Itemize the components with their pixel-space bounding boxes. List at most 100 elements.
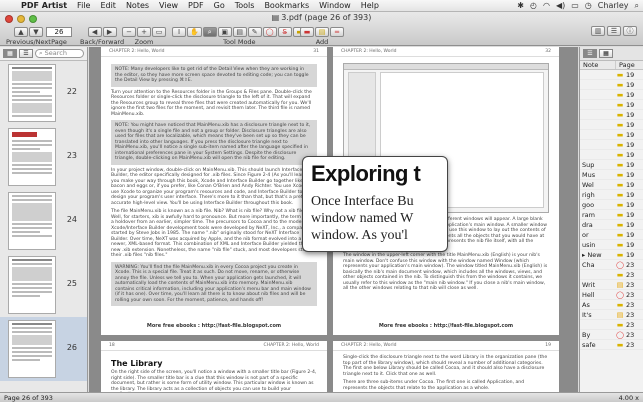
- menu-tools[interactable]: Tools: [230, 1, 260, 10]
- bluetooth-icon[interactable]: ✱: [517, 1, 524, 10]
- annotation-row[interactable]: Wel ▬ 19: [580, 180, 643, 190]
- annotation-row[interactable]: dra ▬ 19: [580, 220, 643, 230]
- annotation-row[interactable]: ▬ 19: [580, 100, 643, 110]
- menu-view[interactable]: View: [154, 1, 183, 10]
- page-thumbnail[interactable]: [9, 65, 55, 121]
- thumbnail-row[interactable]: 24: [0, 189, 87, 253]
- annotation-row[interactable]: ▬ 19: [580, 120, 643, 130]
- list-view-icon[interactable]: ☰: [583, 49, 597, 58]
- outline-view-icon[interactable]: ☰: [19, 49, 33, 58]
- annotation-row[interactable]: It's ▤ 23: [580, 310, 643, 320]
- magnify-tool-icon[interactable]: ⌕: [202, 26, 217, 37]
- volume-icon[interactable]: ◀): [556, 1, 565, 10]
- pdf-page[interactable]: CHAPTER 2: Hello, World 19 Single-click …: [333, 341, 559, 392]
- page-thumbnail[interactable]: [9, 193, 55, 249]
- pdf-page[interactable]: 18 CHAPTER 2: Hello, World The Library O…: [101, 341, 327, 392]
- annotation-row[interactable]: ▬ 23: [580, 270, 643, 280]
- annotation-row[interactable]: righ ▬ 19: [580, 190, 643, 200]
- sidebar-search-input[interactable]: ⌕ Search: [35, 49, 84, 58]
- menu-window[interactable]: Window: [314, 1, 356, 10]
- page-header-right: 32: [545, 49, 551, 54]
- magnifier-loupe[interactable]: Exploring t Once Interface Bu window nam…: [302, 156, 448, 252]
- annotation-note: ram: [582, 210, 595, 219]
- menu-go[interactable]: Go: [209, 1, 230, 10]
- menu-pdf[interactable]: PDF: [183, 1, 209, 10]
- annotation-row[interactable]: ▬ 19: [580, 140, 643, 150]
- column-note[interactable]: Note: [580, 61, 616, 69]
- column-page[interactable]: Page: [616, 61, 635, 69]
- shape-tool-icon[interactable]: ◯: [262, 26, 277, 37]
- thumbnail-row-selected[interactable]: 26: [0, 317, 87, 381]
- annotation-row[interactable]: Cha ◯ 23: [580, 260, 643, 270]
- user-name[interactable]: Charley: [598, 1, 629, 10]
- clock-icon[interactable]: ◷: [585, 1, 592, 10]
- annotation-note: Writ: [582, 280, 596, 289]
- battery-icon[interactable]: ▭: [571, 1, 579, 10]
- page-thumbnail[interactable]: [9, 257, 55, 313]
- menu-app-name[interactable]: PDF Artist: [16, 1, 72, 10]
- zoom-in-button[interactable]: +: [137, 26, 151, 37]
- annotations-toggle-icon[interactable]: ☰: [607, 26, 621, 36]
- thumbnail-row[interactable]: 23: [0, 125, 87, 189]
- annotation-row[interactable]: By ◯ 23: [580, 330, 643, 340]
- note-icon: ▤: [616, 310, 624, 319]
- menu-bookmarks[interactable]: Bookmarks: [259, 1, 314, 10]
- page-thumbnail[interactable]: [9, 129, 55, 185]
- back-button[interactable]: ◀: [87, 26, 102, 37]
- note-tool-icon[interactable]: ▤: [232, 26, 247, 37]
- zoom-fit-button[interactable]: ▭: [152, 26, 166, 37]
- annotation-row[interactable]: Writ ▤ 23: [580, 280, 643, 290]
- spotlight-icon[interactable]: ⌕: [635, 1, 639, 11]
- hand-tool-icon[interactable]: ✋: [187, 26, 202, 37]
- annotation-row[interactable]: As ▬ 23: [580, 300, 643, 310]
- next-page-button[interactable]: ▼: [28, 26, 43, 37]
- thumbnail-page-number: 23: [66, 151, 77, 160]
- annotation-row[interactable]: or ▬ 19: [580, 230, 643, 240]
- annotation-row[interactable]: ▬ 19: [580, 90, 643, 100]
- pdf-page[interactable]: CHAPTER 2: Hello, World 31 NOTE: Many de…: [101, 47, 327, 335]
- inspector-icon[interactable]: ⓘ: [623, 26, 637, 36]
- annotation-row[interactable]: ▬ 19: [580, 70, 643, 80]
- thumbnails-view-icon[interactable]: ▦: [3, 49, 17, 58]
- page-thumbnail[interactable]: [9, 321, 55, 377]
- thumbnail-page-number: 22: [66, 87, 77, 96]
- annotation-row[interactable]: usin ▬ 19: [580, 240, 643, 250]
- previous-page-button[interactable]: ▲: [13, 26, 28, 37]
- snapshot-tool-icon[interactable]: ▣: [217, 26, 232, 37]
- zoom-out-button[interactable]: −: [122, 26, 136, 37]
- page-number-field[interactable]: 26: [46, 26, 72, 37]
- add-line-button[interactable]: ═: [330, 26, 344, 37]
- wifi-icon[interactable]: ◠: [543, 1, 550, 10]
- thumbnail-row[interactable]: 25: [0, 253, 87, 317]
- annotation-row[interactable]: ▸ New ▬ 19: [580, 250, 643, 260]
- annotation-row[interactable]: Sup ▬ 19: [580, 160, 643, 170]
- annotation-row[interactable]: Hell ◯ 23: [580, 290, 643, 300]
- paragraph: On the right side of the screen, you'll …: [111, 370, 317, 392]
- menu-help[interactable]: Help: [356, 1, 384, 10]
- add-note-button[interactable]: ▤: [315, 26, 329, 37]
- annotation-page: 19: [626, 80, 635, 89]
- menu-edit[interactable]: Edit: [95, 1, 121, 10]
- annotation-row[interactable]: ▬ 19: [580, 110, 643, 120]
- annotation-row[interactable]: goo ▬ 19: [580, 200, 643, 210]
- strikethrough-tool-icon[interactable]: S̶: [277, 26, 292, 37]
- grid-view-icon[interactable]: ▦: [599, 49, 613, 58]
- pencil-tool-icon[interactable]: ✎: [247, 26, 262, 37]
- menu-notes[interactable]: Notes: [121, 1, 154, 10]
- annotation-row[interactable]: ▬ 19: [580, 80, 643, 90]
- tool-mode-label: Tool Mode: [223, 38, 256, 46]
- forward-button[interactable]: ▶: [102, 26, 117, 37]
- text-select-tool-icon[interactable]: I: [172, 26, 186, 37]
- time-machine-icon[interactable]: ◴: [530, 1, 537, 10]
- annotation-row[interactable]: ▬ 19: [580, 130, 643, 140]
- annotation-row[interactable]: ram ▬ 19: [580, 210, 643, 220]
- thumbnail-row[interactable]: 22: [0, 61, 87, 125]
- annotation-row[interactable]: Mus ▬ 19: [580, 170, 643, 180]
- add-markup-button[interactable]: ▬: [300, 26, 314, 37]
- menu-file[interactable]: File: [72, 1, 95, 10]
- sidebar-toggle-icon[interactable]: ▥: [591, 26, 605, 36]
- annotation-row[interactable]: ▬ 19: [580, 150, 643, 160]
- annotation-row[interactable]: ▬ 23: [580, 320, 643, 330]
- highlight-icon: ▬: [616, 70, 624, 79]
- annotation-row[interactable]: safe ▬ 23: [580, 340, 643, 350]
